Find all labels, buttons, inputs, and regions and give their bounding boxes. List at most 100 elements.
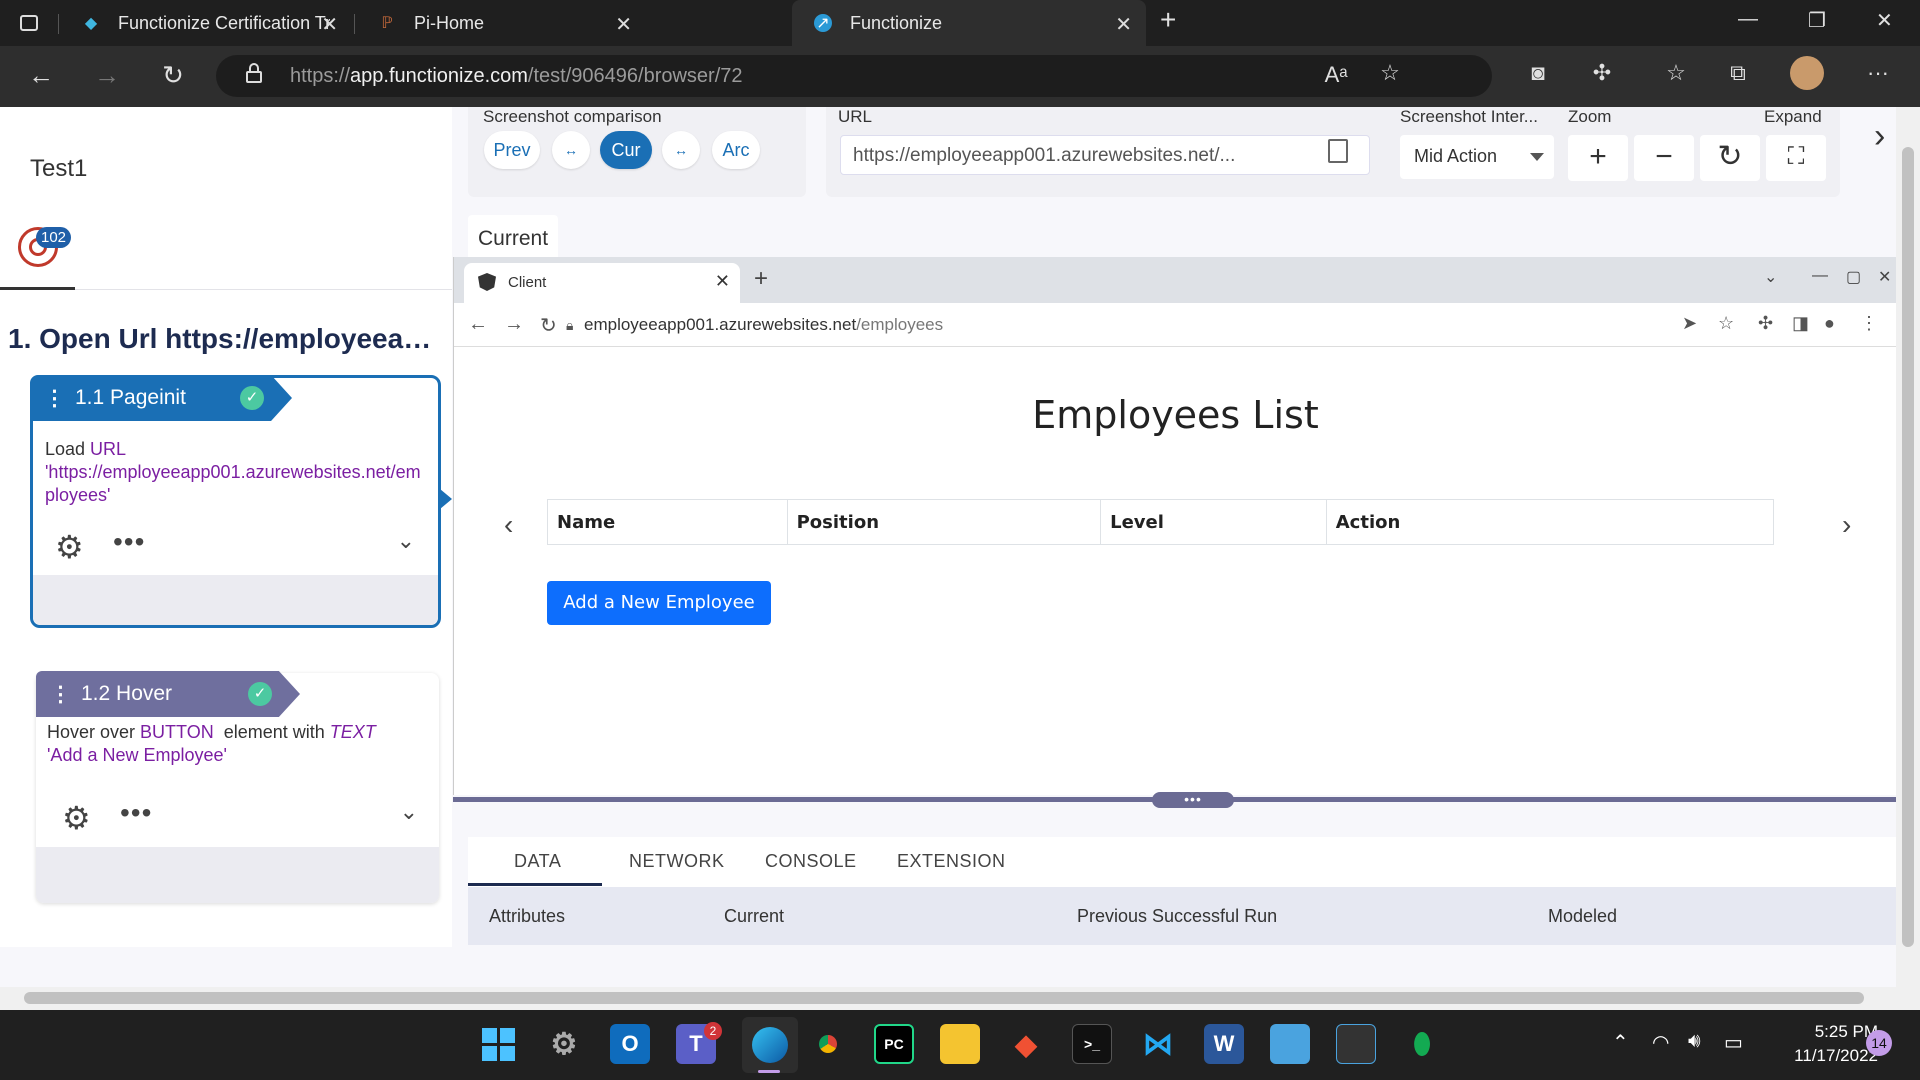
outlook-icon[interactable]: O [610, 1024, 650, 1064]
tab-current[interactable]: Current [468, 215, 558, 261]
address-bar[interactable]: https://app.functionize.com/test/906496/… [216, 55, 1492, 97]
step-card-hover[interactable]: ⋮ 1.2 Hover ✓ Hover over BUTTON element … [36, 671, 439, 903]
chevron-down-icon[interactable]: ⌄ [397, 528, 415, 554]
screenshot-url-field[interactable]: https://employeeapp001.azurewebsites.net… [840, 135, 1370, 175]
favorite-add-icon[interactable]: ☆ [1374, 60, 1406, 86]
screenshot-tab: Client ✕ [464, 263, 740, 303]
tab-console[interactable]: CONSOLE [765, 851, 857, 872]
gear-icon[interactable]: ⚙ [62, 799, 91, 837]
git-icon[interactable]: ◆ [1006, 1024, 1046, 1064]
pycharm-icon[interactable]: PC [874, 1024, 914, 1064]
prev-button[interactable]: Prev [484, 131, 540, 169]
close-tab-icon[interactable]: ✕ [1115, 12, 1132, 37]
refresh-icon[interactable]: ↻ [156, 60, 190, 91]
tab-extension[interactable]: EXTENSION [897, 851, 1006, 872]
more-icon[interactable]: ••• [120, 797, 152, 829]
tab-title: Pi-Home [414, 12, 485, 33]
compare-cur-arc-button[interactable]: ↔ [662, 131, 700, 169]
word-icon[interactable]: W [1204, 1024, 1244, 1064]
file-explorer-icon[interactable] [940, 1024, 980, 1064]
step-group-title[interactable]: 1. Open Url https://employeeap... [8, 323, 438, 355]
windows-start-icon[interactable] [478, 1024, 518, 1064]
restore-icon: ▢ [1846, 269, 1862, 286]
profile-avatar[interactable] [1790, 56, 1824, 90]
gear-icon[interactable]: ⚙ [55, 528, 84, 566]
cur-button[interactable]: Cur [600, 131, 652, 169]
drag-handle-icon[interactable]: ⋮ [50, 682, 71, 707]
splitter-handle[interactable]: ••• [1152, 792, 1234, 808]
tracking-icon[interactable]: ◙ [1522, 60, 1554, 86]
send-icon: ➤ [1682, 313, 1698, 333]
more-icon[interactable]: ••• [113, 526, 145, 558]
drag-handle-icon[interactable]: ⋮ [44, 386, 65, 411]
edge-icon[interactable] [742, 1017, 798, 1073]
volume-icon[interactable]: 🔊︎ [1688, 1030, 1701, 1053]
screenshot-toolbar: ← → ↻ 🔒︎ employeeapp001.azurewebsites.ne… [454, 303, 1896, 347]
tab-pi-home[interactable]: ℙ Pi-Home ✕ [356, 0, 646, 46]
notification-badge[interactable]: 14 [1866, 1030, 1892, 1056]
close-window-icon[interactable]: ✕ [1876, 8, 1893, 33]
clock[interactable]: 5:25 PM 11/17/2022 [1768, 1020, 1878, 1068]
more-options-icon[interactable]: ··· [1862, 60, 1894, 86]
column-header: Action [1335, 512, 1401, 533]
employees-table-header: Name Position Level Action [547, 499, 1774, 545]
tab-actions-icon [20, 15, 38, 31]
favorites-icon[interactable]: ☆ [1660, 60, 1692, 86]
tab-sidebar-toggle[interactable] [0, 0, 60, 46]
minimize-icon: — [1812, 267, 1828, 284]
read-aloud-icon[interactable]: A͏ᵃ [1320, 62, 1352, 88]
restore-icon[interactable]: ❐ [1808, 8, 1826, 33]
step-header[interactable]: ⋮ 1.2 Hover ✓ [36, 671, 300, 717]
reset-zoom-button[interactable]: ↻ [1700, 135, 1760, 181]
expand-button[interactable]: ⛶ [1766, 135, 1826, 181]
horizontal-scrollbar[interactable] [0, 987, 1896, 1010]
remote-desktop-icon[interactable] [1336, 1024, 1376, 1064]
compare-prev-cur-button[interactable]: ↔ [552, 131, 590, 169]
copy-icon[interactable] [1328, 139, 1348, 163]
tab-title: Functionize Certification Training [118, 12, 330, 33]
show-hidden-icons-icon[interactable]: ⌃ [1612, 1030, 1629, 1055]
close-icon: ✕ [714, 271, 730, 291]
refresh-icon: ↻ [540, 315, 557, 337]
terminal-icon[interactable]: >_ [1072, 1024, 1112, 1064]
chevron-down-icon[interactable]: ⌄ [400, 799, 418, 825]
zoom-out-button[interactable]: − [1634, 135, 1694, 181]
vscode-icon[interactable]: ⋈ [1138, 1024, 1178, 1064]
angular-logo-icon [478, 273, 496, 291]
chrome-icon[interactable] [808, 1024, 848, 1064]
back-icon[interactable]: ← [24, 60, 58, 91]
tab-functionize-training[interactable]: ◆ Functionize Certification Training ✕ [60, 0, 352, 46]
network-app-icon[interactable] [1270, 1024, 1310, 1064]
new-tab-icon[interactable]: + [1160, 4, 1176, 36]
close-tab-icon[interactable]: ✕ [321, 12, 338, 37]
vertical-scrollbar[interactable] [1896, 107, 1920, 1010]
url-text: https://app.functionize.com/test/906496/… [290, 65, 743, 87]
close-tab-icon[interactable]: ✕ [615, 12, 632, 37]
column-header: Previous Successful Run [1077, 906, 1278, 926]
tab-network[interactable]: NETWORK [629, 851, 725, 872]
screenshot-interval-select[interactable]: Mid Action [1400, 135, 1554, 179]
step-selected-pointer [440, 489, 452, 509]
step-card-pageinit[interactable]: ⋮ 1.1 Pageinit ✓ Load URL 'https://emplo… [30, 375, 441, 628]
step-title: 1.2 Hover [81, 682, 173, 705]
column-header: Modeled [1548, 906, 1618, 926]
column-header: Name [548, 500, 788, 544]
wifi-icon[interactable]: ◠ [1652, 1030, 1669, 1055]
arc-button[interactable]: Arc [712, 131, 760, 169]
battery-icon[interactable]: ▭ [1724, 1030, 1743, 1055]
step-description: Hover over BUTTON element with TEXT 'Add… [47, 722, 376, 765]
extensions-icon[interactable]: ✣ [1586, 60, 1618, 86]
screenshot-comparison-label: Screenshot comparison [483, 107, 662, 126]
minimize-icon[interactable]: — [1738, 8, 1758, 31]
column-header: Attributes [489, 906, 566, 926]
tab-separator [354, 14, 355, 34]
zoom-in-button[interactable]: + [1568, 135, 1628, 181]
tab-functionize[interactable]: ↗ Functionize ✕ [792, 0, 1146, 46]
collections-icon[interactable]: ⧉ [1722, 60, 1754, 86]
settings-icon[interactable]: ⚙ [544, 1024, 584, 1064]
tab-data[interactable]: DATA [514, 851, 561, 872]
forward-icon[interactable]: → [90, 60, 124, 91]
mongodb-icon[interactable]: ⬮ [1402, 1024, 1442, 1064]
step-header[interactable]: ⋮ 1.1 Pageinit ✓ [30, 375, 292, 421]
chevron-right-icon[interactable]: › [1874, 117, 1885, 156]
